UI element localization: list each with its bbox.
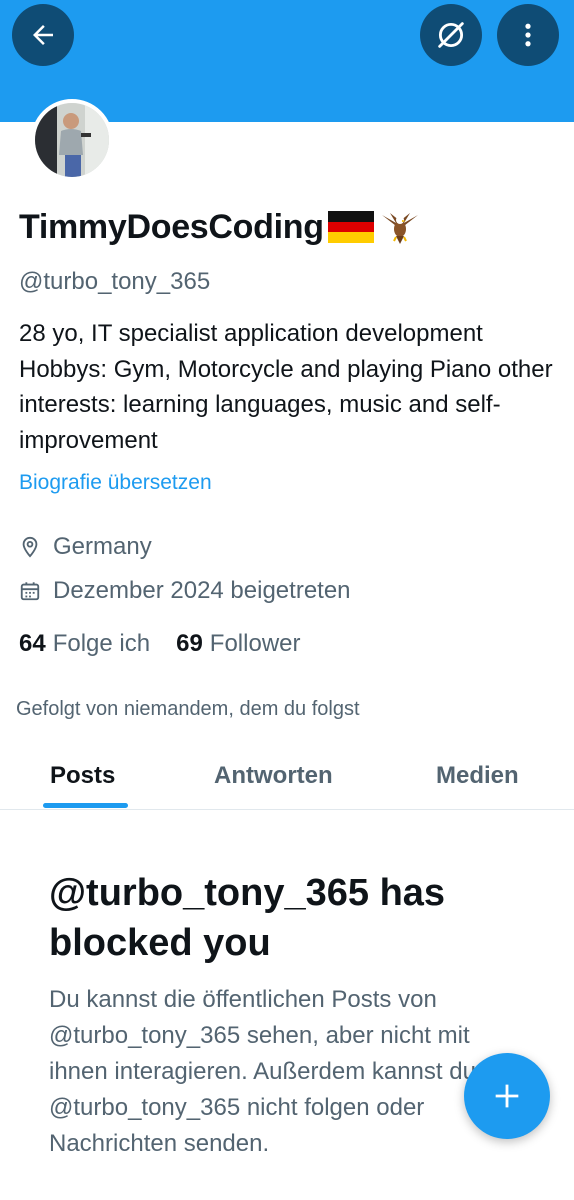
tab-answers[interactable]: Antworten	[214, 762, 333, 790]
following-link[interactable]: 64 Folge ich	[19, 630, 150, 658]
blocked-message: Du kannst die öffentlichen Posts von @tu…	[49, 986, 476, 1157]
germany-flag-icon	[327, 211, 374, 243]
profile-photo-image	[35, 103, 109, 177]
more-vertical-icon	[525, 23, 531, 47]
tab-posts[interactable]: Posts	[50, 762, 115, 790]
back-button[interactable]	[12, 4, 74, 66]
calendar-icon	[20, 582, 40, 601]
plus-icon	[495, 1084, 519, 1108]
join-date-text: Dezember 2024 beigetreten	[53, 577, 351, 604]
profile-tabs: Posts Antworten Medien	[0, 748, 574, 810]
blocked-title: @turbo_tony_365 has blocked you	[49, 872, 446, 964]
profile-bio: 28 yo, IT specialist application develop…	[19, 320, 553, 454]
display-name-text: TimmyDoesCoding	[19, 207, 324, 246]
display-name: TimmyDoesCoding	[19, 207, 420, 247]
followers-count: 69	[176, 630, 203, 657]
following-label: Folge ich	[52, 630, 151, 657]
location-text: Germany	[53, 533, 152, 560]
compose-button[interactable]	[464, 1053, 550, 1139]
translate-bio-link[interactable]: Biografie übersetzen	[19, 471, 212, 495]
followed-by-text: Gefolgt von niemandem, dem du folgst	[16, 698, 360, 720]
eye-slash-circle-icon	[438, 22, 464, 48]
following-count: 64	[19, 630, 46, 657]
location-row: Germany	[19, 533, 152, 561]
followers-label: Follower	[209, 630, 301, 657]
hide-view-button[interactable]	[420, 4, 482, 66]
avatar[interactable]	[31, 99, 113, 181]
profile-handle: @turbo_tony_365	[19, 268, 211, 295]
location-pin-icon	[22, 536, 38, 558]
join-date-row: Dezember 2024 beigetreten	[19, 577, 351, 605]
followers-link[interactable]: 69 Follower	[176, 630, 300, 658]
tab-media[interactable]: Medien	[436, 762, 519, 790]
active-tab-indicator	[43, 803, 128, 808]
eagle-icon	[381, 213, 418, 244]
arrow-left-icon	[33, 25, 53, 45]
more-options-button[interactable]	[497, 4, 559, 66]
follow-stats: 64 Folge ich 69 Follower	[19, 630, 327, 658]
